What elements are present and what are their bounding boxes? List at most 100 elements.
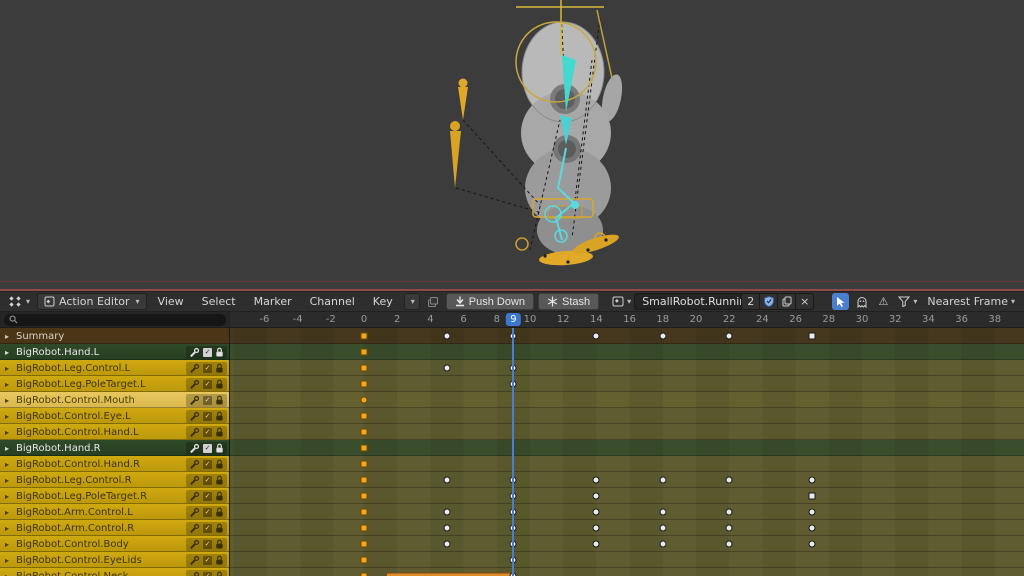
- keyframe[interactable]: [361, 381, 368, 388]
- keyframe[interactable]: [361, 493, 368, 500]
- keyframe[interactable]: [361, 413, 368, 420]
- menu-channel[interactable]: Channel: [303, 295, 362, 308]
- action-options-dropdown[interactable]: ▾: [404, 293, 420, 310]
- wrench-icon[interactable]: [189, 459, 200, 470]
- channel-row[interactable]: ▸BigRobot.Control.Hand.R✓: [0, 456, 229, 472]
- keyframe[interactable]: [361, 365, 368, 372]
- lock-icon[interactable]: [215, 539, 224, 550]
- wrench-icon[interactable]: [189, 571, 200, 576]
- keyframe[interactable]: [659, 477, 666, 484]
- checkbox-icon[interactable]: ✓: [203, 524, 212, 533]
- keyframe[interactable]: [593, 333, 600, 340]
- expand-triangle-icon[interactable]: ▸: [5, 556, 13, 565]
- keyframe-lane[interactable]: [230, 488, 1024, 504]
- keyframe[interactable]: [444, 365, 451, 372]
- keyframe-lane[interactable]: [230, 520, 1024, 536]
- stash-button[interactable]: Stash: [538, 293, 599, 310]
- channel-row[interactable]: ▸BigRobot.Leg.PoleTarget.L✓: [0, 376, 229, 392]
- expand-triangle-icon[interactable]: ▸: [5, 380, 13, 389]
- keyframe[interactable]: [444, 477, 451, 484]
- lock-icon[interactable]: [215, 491, 224, 502]
- lock-icon[interactable]: [215, 571, 224, 576]
- checkbox-icon[interactable]: ✓: [203, 364, 212, 373]
- expand-triangle-icon[interactable]: ▸: [5, 492, 13, 501]
- keyframe[interactable]: [593, 525, 600, 532]
- wrench-icon[interactable]: [189, 491, 200, 502]
- wrench-icon[interactable]: [189, 443, 200, 454]
- keyframe-lane[interactable]: [230, 408, 1024, 424]
- keyframe-lane[interactable]: [230, 328, 1024, 344]
- expand-triangle-icon[interactable]: ▸: [5, 524, 13, 533]
- wrench-icon[interactable]: [189, 523, 200, 534]
- channel-row[interactable]: ▸BigRobot.Control.Body✓: [0, 536, 229, 552]
- keyframe-lane[interactable]: [230, 472, 1024, 488]
- wrench-icon[interactable]: [189, 539, 200, 550]
- keyframe-hold-bar[interactable]: [386, 573, 512, 576]
- duplicate-action-button[interactable]: [778, 293, 796, 310]
- menu-view[interactable]: View: [151, 295, 191, 308]
- keyframe[interactable]: [361, 333, 368, 340]
- checkbox-icon[interactable]: ✓: [203, 476, 212, 485]
- checkbox-icon[interactable]: ✓: [203, 396, 212, 405]
- keyframe[interactable]: [726, 541, 733, 548]
- lock-icon[interactable]: [215, 411, 224, 422]
- keyframe-lane[interactable]: [230, 504, 1024, 520]
- checkbox-icon[interactable]: ✓: [203, 572, 212, 576]
- filter-dropdown[interactable]: ▾: [895, 293, 920, 310]
- keyframe-lane[interactable]: [230, 456, 1024, 472]
- keyframe-lane[interactable]: [230, 344, 1024, 360]
- keyframe-lane[interactable]: [230, 536, 1024, 552]
- keyframe[interactable]: [361, 461, 368, 468]
- action-users-button[interactable]: 2: [742, 293, 760, 310]
- wrench-icon[interactable]: [189, 395, 200, 406]
- channel-row[interactable]: ▸BigRobot.Leg.Control.R✓: [0, 472, 229, 488]
- expand-triangle-icon[interactable]: ▸: [5, 540, 13, 549]
- fake-user-shield-button[interactable]: [760, 293, 778, 310]
- wrench-icon[interactable]: [189, 555, 200, 566]
- channel-row[interactable]: ▸BigRobot.Control.Hand.L✓: [0, 424, 229, 440]
- keyframe[interactable]: [659, 541, 666, 548]
- keyframe[interactable]: [659, 333, 666, 340]
- keyframe[interactable]: [726, 509, 733, 516]
- keyframe-lane[interactable]: [230, 568, 1024, 576]
- keyframe-lane[interactable]: [230, 376, 1024, 392]
- keyframe[interactable]: [809, 509, 816, 516]
- checkbox-icon[interactable]: ✓: [203, 508, 212, 517]
- lock-icon[interactable]: [215, 523, 224, 534]
- action-name-field[interactable]: SmallRobot.Runnin..: [634, 293, 742, 310]
- lock-icon[interactable]: [215, 427, 224, 438]
- checkbox-icon[interactable]: ✓: [203, 412, 212, 421]
- show-errors-toggle[interactable]: ⚠: [875, 293, 891, 310]
- keyframe[interactable]: [809, 541, 816, 548]
- keyframe[interactable]: [361, 525, 368, 532]
- wrench-icon[interactable]: [189, 379, 200, 390]
- editor-mode-select[interactable]: Action Editor ▾: [37, 293, 147, 310]
- expand-triangle-icon[interactable]: ▸: [5, 444, 13, 453]
- lock-icon[interactable]: [215, 555, 224, 566]
- keyframe[interactable]: [809, 493, 816, 500]
- editor-type-button[interactable]: ▾: [6, 293, 33, 310]
- keyframe[interactable]: [361, 349, 368, 356]
- expand-triangle-icon[interactable]: ▸: [5, 428, 13, 437]
- wrench-icon[interactable]: [189, 347, 200, 358]
- channel-row[interactable]: ▸BigRobot.Control.EyeLids✓: [0, 552, 229, 568]
- channel-row[interactable]: ▸BigRobot.Arm.Control.L✓: [0, 504, 229, 520]
- lock-icon[interactable]: [215, 507, 224, 518]
- lock-icon[interactable]: [215, 347, 224, 358]
- channel-row[interactable]: ▸BigRobot.Hand.R✓: [0, 440, 229, 456]
- expand-triangle-icon[interactable]: ▸: [5, 572, 13, 576]
- expand-triangle-icon[interactable]: ▸: [5, 460, 13, 469]
- channel-row[interactable]: ▸BigRobot.Control.Eye.L✓: [0, 408, 229, 424]
- checkbox-icon[interactable]: ✓: [203, 556, 212, 565]
- checkbox-icon[interactable]: ✓: [203, 380, 212, 389]
- playhead[interactable]: [512, 328, 514, 576]
- keyframe-lane[interactable]: [230, 392, 1024, 408]
- keyframe-lane[interactable]: [230, 424, 1024, 440]
- keyframe[interactable]: [361, 477, 368, 484]
- show-hidden-toggle[interactable]: [853, 293, 871, 310]
- wrench-icon[interactable]: [189, 507, 200, 518]
- expand-triangle-icon[interactable]: ▸: [5, 364, 13, 373]
- checkbox-icon[interactable]: ✓: [203, 540, 212, 549]
- keyframe-lane[interactable]: [230, 360, 1024, 376]
- channel-row[interactable]: ▸BigRobot.Hand.L✓: [0, 344, 229, 360]
